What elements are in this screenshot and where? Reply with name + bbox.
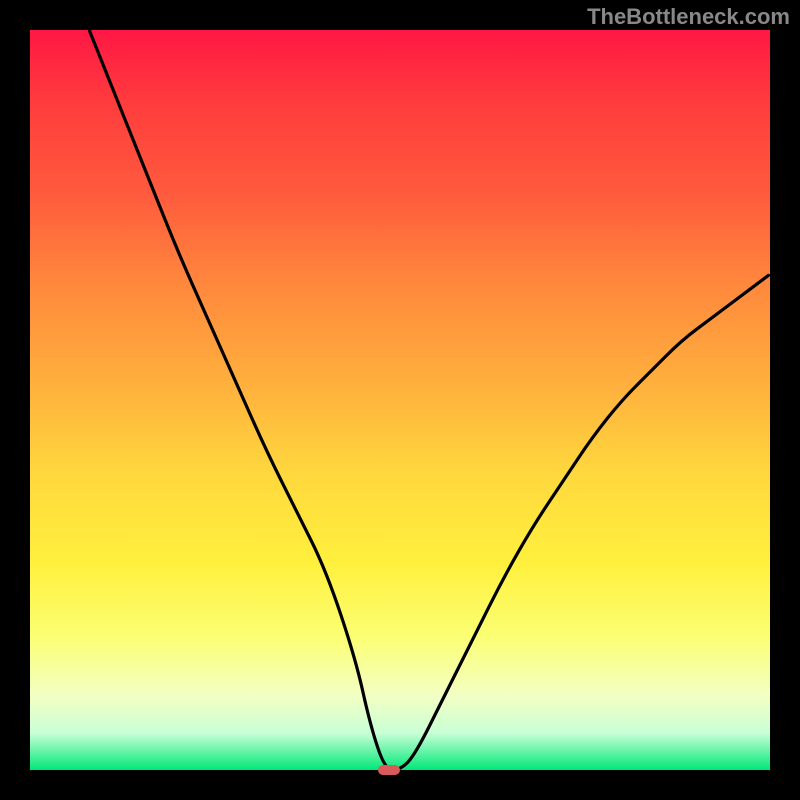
optimal-point-marker <box>378 765 400 775</box>
plot-area <box>30 30 770 770</box>
chart-container: TheBottleneck.com <box>0 0 800 800</box>
curve-svg <box>30 30 770 770</box>
watermark-text: TheBottleneck.com <box>587 4 790 30</box>
bottleneck-curve-path <box>89 30 770 770</box>
